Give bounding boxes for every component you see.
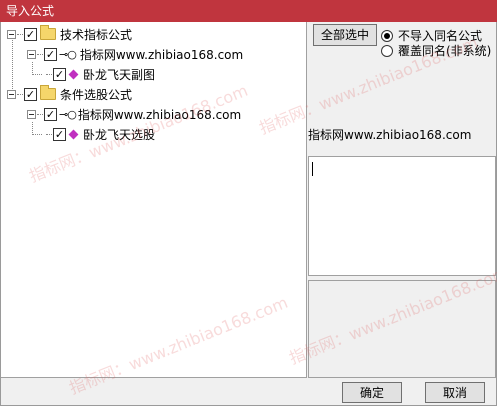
radio-selected-icon[interactable] bbox=[381, 29, 393, 42]
tree-formula-item[interactable]: ✓ 卧龙飞天副图 bbox=[45, 65, 155, 83]
radio-unselected-icon[interactable] bbox=[381, 44, 393, 57]
source-label: 指标网www.zhibiao168.com bbox=[77, 107, 242, 122]
radio-label: 覆盖同名(非系统) bbox=[398, 44, 492, 58]
radio-overwrite-duplicates[interactable]: 覆盖同名(非系统) bbox=[381, 42, 491, 59]
key-icon: ⊸○ bbox=[59, 107, 77, 121]
collapse-icon[interactable] bbox=[7, 29, 16, 39]
source-label: 指标网www.zhibiao168.com bbox=[77, 45, 246, 63]
item-checkbox[interactable]: ✓ bbox=[53, 67, 66, 81]
tree-formula-item[interactable]: ✓ 卧龙飞天选股 bbox=[45, 125, 155, 143]
key-icon: ⊸○ bbox=[59, 47, 77, 61]
window-title: 导入公式 bbox=[0, 0, 497, 22]
item-label: 卧龙飞天副图 bbox=[83, 67, 156, 82]
source-checkbox[interactable]: ✓ bbox=[44, 107, 57, 121]
group-checkbox[interactable]: ✓ bbox=[24, 27, 37, 41]
tree-group-stock-selection[interactable]: ✓ 条件选股公式 bbox=[7, 85, 132, 103]
text-caret bbox=[312, 162, 313, 176]
options-panel: 全部选中 不导入同名公式 覆盖同名(非系统) 指标网www.zhibiao168… bbox=[308, 22, 496, 378]
collapse-icon[interactable] bbox=[27, 49, 36, 59]
collapse-icon[interactable] bbox=[7, 89, 16, 99]
group-checkbox[interactable]: ✓ bbox=[24, 87, 37, 101]
source-checkbox[interactable]: ✓ bbox=[44, 47, 57, 61]
formula-icon bbox=[68, 69, 79, 79]
cancel-button[interactable]: 取消 bbox=[425, 382, 485, 403]
import-formula-dialog: ✓ 技术指标公式 ✓ ⊸○ 指标网www.zhibiao168.com ✓ 卧龙… bbox=[0, 22, 497, 406]
tree-group-technical-indicators[interactable]: ✓ 技术指标公式 bbox=[7, 25, 132, 43]
ok-button[interactable]: 确定 bbox=[342, 382, 402, 403]
select-all-button[interactable]: 全部选中 bbox=[313, 24, 377, 46]
collapse-icon[interactable] bbox=[27, 109, 36, 119]
tree-connector bbox=[32, 134, 42, 135]
item-checkbox[interactable]: ✓ bbox=[53, 127, 66, 141]
folder-icon bbox=[40, 85, 56, 100]
formula-tree[interactable]: ✓ 技术指标公式 ✓ ⊸○ 指标网www.zhibiao168.com ✓ 卧龙… bbox=[1, 22, 307, 378]
formula-description-box[interactable] bbox=[308, 280, 496, 378]
folder-icon bbox=[40, 25, 56, 40]
tree-source-node[interactable]: ✓ ⊸○ 指标网www.zhibiao168.com bbox=[27, 45, 246, 63]
formula-content-editor[interactable] bbox=[308, 156, 496, 276]
tree-connector bbox=[32, 74, 42, 75]
tree-source-node[interactable]: ✓ ⊸○ 指标网www.zhibiao168.com bbox=[27, 105, 241, 123]
item-label: 卧龙飞天选股 bbox=[83, 127, 156, 142]
formula-icon bbox=[68, 129, 79, 139]
group-label: 条件选股公式 bbox=[60, 87, 133, 102]
source-url-text: 指标网www.zhibiao168.com bbox=[308, 128, 472, 142]
group-label: 技术指标公式 bbox=[60, 27, 133, 42]
